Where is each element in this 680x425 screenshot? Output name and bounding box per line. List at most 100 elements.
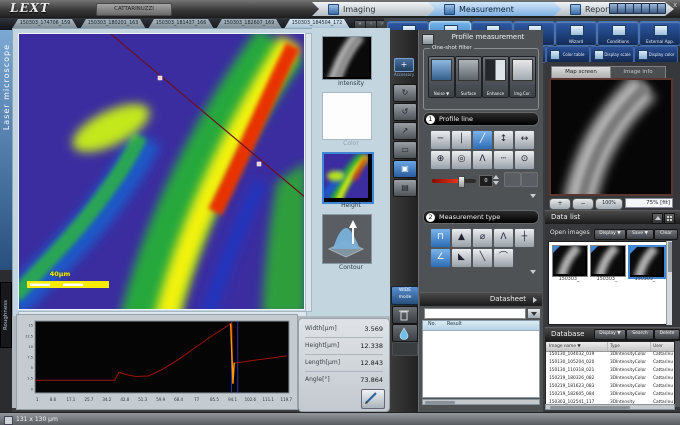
user-button[interactable]: CATTARINUZZI [96,3,172,16]
image-correction-button[interactable]: Img.Cor. [509,56,536,98]
database-hscrollbar[interactable] [545,404,675,410]
database-row[interactable]: 150130_105204_020 3DIntensityColor Catta… [546,359,674,367]
empty-slot-button[interactable] [392,342,418,356]
col-image-name[interactable]: Image name ▼ [546,342,608,351]
peak-measure-icon[interactable]: Λ [493,228,514,248]
area-measure-icon[interactable]: ▲ [451,228,472,248]
toolbar-display-color-button[interactable]: Display color [634,46,678,63]
database-display-button[interactable]: Display ▼ [594,329,626,340]
open-image-thumb-3-selected[interactable] [628,245,666,279]
toolbar-color-table-button[interactable]: Color table [546,46,590,63]
key-icon[interactable] [657,3,666,14]
width-measure-icon[interactable]: ┼ [514,228,535,248]
datasheet-hscrollbar[interactable] [422,399,540,405]
datasheet-table[interactable]: No. Result [422,320,540,398]
slider-spinner-down-icon[interactable] [493,181,499,185]
disabled-option-button-2[interactable] [521,172,538,187]
toolbar-display-scale-button[interactable]: Display scale [590,46,634,63]
contour-view-thumbnail[interactable] [322,214,372,264]
report-page-icon[interactable]: ▤ [393,179,417,197]
vertical-arrow-tool-icon[interactable]: ↕ [493,130,514,150]
delete-button[interactable] [392,306,418,324]
rotate-ccw-icon[interactable]: ↺ [393,103,417,121]
circle-cross-tool-icon[interactable]: ⊕ [430,150,451,170]
toolbar-external-app-button[interactable]: External App. [639,21,680,46]
profile-chart[interactable]: 18.617.125.734.242.851.359.968.47785.594… [19,317,295,407]
wide-mode-button[interactable]: WIDE mode [391,286,419,305]
database-row[interactable]: 150219_182605_084 3DIntensityColor Catta… [546,391,674,399]
database-row[interactable]: 150219_181623_083 3DIntensityColor Catta… [546,383,674,391]
database-row[interactable]: 150130_104032_019 3DIntensityColor Catta… [546,351,674,359]
tab-imaging-label: Imaging [343,5,376,14]
noise-filter-button[interactable]: Noise ▼ [428,56,455,98]
open-images-vscrollbar[interactable] [666,241,672,325]
open-image-thumb-2[interactable] [590,245,626,277]
tile-view-icon[interactable]: ▣ [393,160,417,178]
small-circle-tool-icon[interactable]: ⊙ [514,150,535,170]
profile-line-collapse-icon[interactable] [530,194,536,198]
data-list-collapse-icon[interactable] [652,213,663,224]
line-width-slider-knob[interactable] [458,176,465,188]
toolbar-conditions-button[interactable]: Conditions [597,21,639,46]
measurement-type-collapse-icon[interactable] [530,270,536,274]
minimize-button[interactable]: – [666,1,670,9]
slider-spinner-up-icon[interactable] [493,175,499,179]
vertical-line-tool-icon[interactable]: │ [451,130,472,150]
dashed-line-tool-icon[interactable]: ┄ [493,150,514,170]
surface-filter-button[interactable]: Surface [455,56,482,98]
open-images-display-button[interactable]: Display ▼ [594,229,626,240]
intensity-view-thumbnail[interactable] [322,36,372,80]
tab-measurement[interactable]: Measurement [428,2,568,16]
pan-tool-icon[interactable]: ↗ [393,122,417,140]
polyline-tool-icon[interactable]: Λ [472,150,493,170]
database-row[interactable]: 150219_180326_082 3DIntensityColor Catta… [546,375,674,383]
disabled-option-button-1[interactable] [504,172,521,187]
tab-map-screen[interactable]: Map screen [551,66,611,78]
open-images-clear-button[interactable]: Clear [654,229,678,240]
open-image-thumb-1[interactable] [552,245,588,277]
enhance-filter-button[interactable]: Enhance [482,56,509,98]
height-map-image[interactable] [18,33,305,310]
database-search-button[interactable]: Search [626,329,654,340]
datasheet-header[interactable]: Datasheet [420,292,542,306]
height-view-thumbnail-selected[interactable] [322,152,374,204]
toolbar-wizard-button[interactable]: Wizard [555,21,597,46]
step-measure-icon-selected[interactable]: ⊓ [430,228,451,248]
color-view-thumbnail-empty[interactable] [322,92,372,140]
data-list-grid-icon[interactable] [664,213,675,224]
edit-results-button[interactable] [361,389,385,409]
horizontal-arrow-tool-icon[interactable]: ↔ [514,130,535,150]
roughness-tab[interactable]: Roughness [0,282,12,348]
svg-text:1: 1 [36,397,39,402]
main-image-vscrollbar[interactable] [305,33,312,312]
database-delete-button[interactable]: Delete [654,329,680,340]
flat-view-icon[interactable]: ▭ [393,141,417,159]
cleaning-button[interactable] [392,324,418,342]
datasheet-filter-dropdown-button[interactable] [527,308,541,319]
map-zoom-out-button[interactable]: − [572,198,594,210]
tab-image-info[interactable]: Image info [610,66,666,78]
map-screen-image[interactable] [549,78,673,196]
curve-height-measure-icon[interactable]: ⌒ [493,248,514,268]
accessory-add-button[interactable]: + [394,58,414,72]
tab-imaging[interactable]: Imaging [312,2,442,16]
circle-target-tool-icon[interactable]: ◎ [451,150,472,170]
diameter-measure-icon[interactable]: ⌀ [472,228,493,248]
angle-measure-icon-selected[interactable]: ∠ [430,248,451,268]
horizontal-line-tool-icon[interactable]: ─ [430,130,451,150]
free-line-tool-icon-selected[interactable]: ╱ [472,130,493,150]
database-row[interactable]: 150130_110318_021 3DIntensityColor Catta… [546,367,674,375]
col-type[interactable]: Type [607,342,651,351]
map-zoom-in-button[interactable]: + [549,198,571,210]
close-button[interactable]: x [673,1,677,9]
profile-measurement-title: Profile measurement [436,33,540,41]
slope-measure-icon[interactable]: ◣ [451,248,472,268]
cross-line-measure-icon[interactable]: ╲ [472,248,493,268]
datasheet-filter-input[interactable] [424,308,526,319]
col-user[interactable]: User [650,342,675,351]
open-images-save-button[interactable]: Save ▼ [626,229,654,240]
rotate-cw-icon[interactable]: ↻ [393,84,417,102]
map-zoom-100-button[interactable]: 100% [595,198,623,210]
database-vscrollbar[interactable] [675,341,680,407]
laser-microscope-sidebar: Laser microscope [0,30,12,270]
